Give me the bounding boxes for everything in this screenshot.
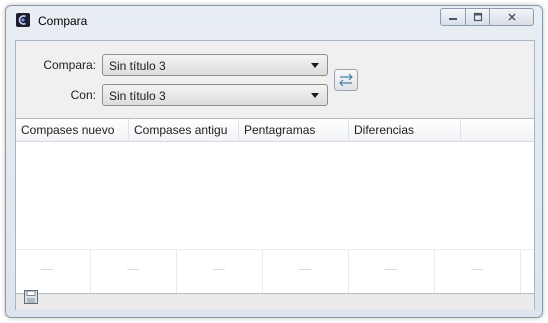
app-logo-icon[interactable] (16, 13, 30, 27)
swap-arrows-icon (339, 73, 353, 87)
maximize-button[interactable] (466, 8, 490, 26)
compare-label: Compara: (43, 58, 96, 72)
with-dropdown-value: Sin título 3 (109, 89, 166, 103)
grid-line (434, 249, 435, 293)
grid-mark (41, 269, 53, 270)
maximize-icon (473, 12, 482, 22)
grid-line (520, 249, 521, 293)
grid-mark (213, 269, 225, 270)
table-header: Compases nuevo Compases antigu Pentagram… (16, 119, 534, 142)
floppy-disk-icon (24, 290, 38, 304)
grid-mark (471, 269, 483, 270)
close-icon (507, 13, 516, 21)
swap-button[interactable] (334, 69, 358, 91)
minimize-button[interactable] (440, 8, 466, 26)
chevron-down-icon (311, 63, 319, 68)
column-header-old-measures[interactable]: Compases antigu (129, 119, 239, 141)
save-button[interactable] (23, 289, 39, 305)
grid-line (348, 249, 349, 293)
compare-dropdown[interactable]: Sin título 3 (102, 54, 328, 76)
chevron-down-icon (311, 93, 319, 98)
column-header-staves[interactable]: Pentagramas (239, 119, 349, 141)
with-dropdown[interactable]: Sin título 3 (102, 84, 328, 106)
compare-window: Compara Compara: Sin título 3 Con: Sin t… (5, 5, 543, 318)
grid-line (176, 249, 177, 293)
close-button[interactable] (490, 8, 534, 26)
differences-table[interactable]: Compases nuevo Compases antigu Pentagram… (16, 118, 534, 294)
title-bar[interactable]: Compara (6, 6, 542, 34)
grid-mark (127, 269, 139, 270)
grid-mark (299, 269, 311, 270)
minimize-icon (449, 18, 457, 20)
compare-dropdown-value: Sin título 3 (109, 59, 166, 73)
grid-line (90, 249, 91, 293)
dialog-body: Compara: Sin título 3 Con: Sin título 3 … (15, 40, 535, 310)
with-label: Con: (70, 88, 96, 102)
column-header-differences[interactable]: Diferencias (349, 119, 461, 141)
grid-line (262, 249, 263, 293)
status-bar (16, 290, 534, 310)
column-header-new-measures[interactable]: Compases nuevo (16, 119, 129, 141)
grid-line (16, 249, 534, 250)
caption-buttons (440, 8, 534, 26)
grid-mark (385, 269, 397, 270)
window-title: Compara (38, 14, 88, 28)
